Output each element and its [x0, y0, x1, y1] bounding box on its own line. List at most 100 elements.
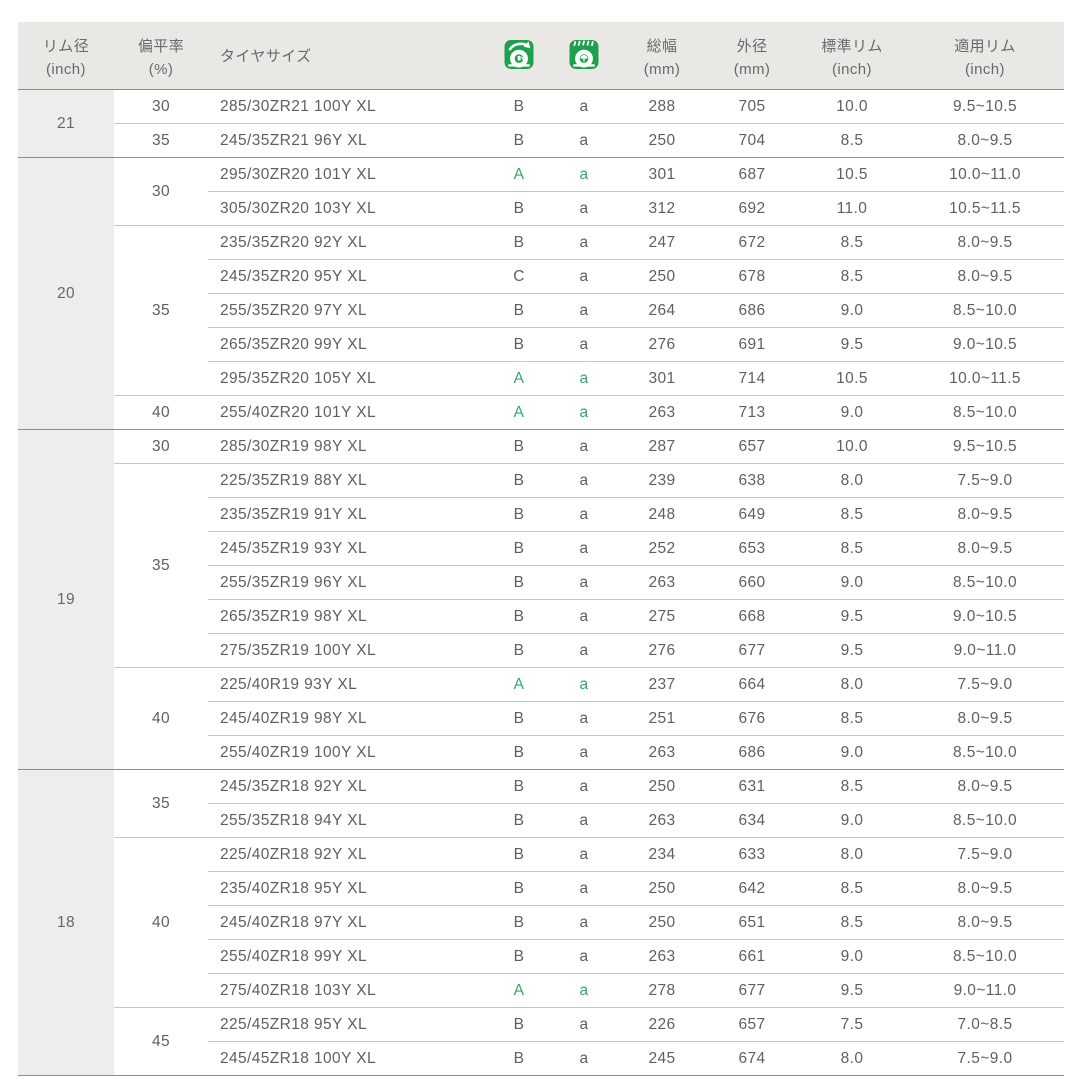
- tire-size-cell: 225/40ZR18 92Y XL: [208, 837, 488, 872]
- outer-diameter-cell: 660: [706, 565, 798, 600]
- standard-rim-cell: 8.0: [798, 837, 906, 872]
- applicable-rim-cell: 10.5~11.5: [906, 191, 1064, 226]
- outer-diameter-cell: 714: [706, 361, 798, 396]
- standard-rim-cell: 9.0: [798, 735, 906, 770]
- tire-size-cell: 245/35ZR19 93Y XL: [208, 531, 488, 566]
- tire-size-cell: 255/40ZR20 101Y XL: [208, 395, 488, 430]
- aspect-ratio-cell: 40: [114, 667, 208, 770]
- total-width-cell: 251: [618, 701, 706, 736]
- tire-size-cell: 245/40ZR18 97Y XL: [208, 905, 488, 940]
- outer-diameter-cell: 653: [706, 531, 798, 566]
- fuel-efficiency-icon: [504, 37, 534, 71]
- tire-size-cell: 235/40ZR18 95Y XL: [208, 871, 488, 906]
- standard-rim-cell: 8.5: [798, 497, 906, 532]
- total-width-cell: 247: [618, 225, 706, 260]
- wet-grip-grade: a: [550, 1007, 618, 1042]
- rim-diameter-cell: 19: [18, 429, 114, 770]
- total-width-cell: 263: [618, 939, 706, 974]
- total-width-cell: 226: [618, 1007, 706, 1042]
- fuel-efficiency-grade: A: [488, 667, 550, 702]
- total-width-cell: 250: [618, 769, 706, 804]
- tire-size-cell: 245/40ZR19 98Y XL: [208, 701, 488, 736]
- applicable-rim-cell: 8.0~9.5: [906, 701, 1064, 736]
- tire-size-cell: 245/35ZR20 95Y XL: [208, 259, 488, 294]
- header-label: 偏平率: [137, 38, 185, 55]
- total-width-cell: 276: [618, 327, 706, 362]
- fuel-efficiency-grade: B: [488, 633, 550, 668]
- outer-diameter-cell: 686: [706, 735, 798, 770]
- total-width-cell: 245: [618, 1041, 706, 1076]
- total-width-cell: 250: [618, 123, 706, 158]
- total-width-cell: 263: [618, 735, 706, 770]
- applicable-rim-cell: 8.5~10.0: [906, 565, 1064, 600]
- wet-grip-grade: a: [550, 157, 618, 192]
- outer-diameter-cell: 704: [706, 123, 798, 158]
- wet-grip-grade: a: [550, 463, 618, 498]
- table-row: 21 30 285/30ZR21 100Y XL Ba 288 705 10.0 9.5~10…: [18, 89, 1064, 158]
- tire-size-cell: 275/40ZR18 103Y XL: [208, 973, 488, 1008]
- total-width-cell: 301: [618, 361, 706, 396]
- applicable-rim-cell: 8.5~10.0: [906, 293, 1064, 328]
- table-row: 40 225/40ZR18 92Y XL Ba 234 633 8.0 7.5~9.0: [18, 837, 1064, 1008]
- table-row: 18 35 245/35ZR18 92Y XL Ba 250 631 8.5 8.0~9.5: [18, 769, 1064, 1076]
- aspect-ratio-cell: 35: [114, 769, 208, 838]
- tire-size-cell: 295/35ZR20 105Y XL: [208, 361, 488, 396]
- tire-spec-page: リム径 (inch) 偏平率 (%) タイヤサイズ 総幅 (mm) 外径 (mm) 標準リム (in…: [18, 22, 1064, 1076]
- wet-grip-grade: a: [550, 735, 618, 770]
- total-width-cell: 250: [618, 871, 706, 906]
- outer-diameter-cell: 631: [706, 769, 798, 804]
- wet-grip-grade: a: [550, 395, 618, 430]
- total-width-cell: 263: [618, 395, 706, 430]
- applicable-rim-cell: 8.5~10.0: [906, 395, 1064, 430]
- fuel-efficiency-grade: B: [488, 429, 550, 464]
- header-unit: (mm): [643, 60, 681, 78]
- standard-rim-cell: 8.5: [798, 531, 906, 566]
- fuel-efficiency-grade: C: [488, 259, 550, 294]
- applicable-rim-cell: 8.0~9.5: [906, 905, 1064, 940]
- wet-grip-grade: a: [550, 769, 618, 804]
- standard-rim-cell: 10.5: [798, 157, 906, 192]
- standard-rim-cell: 8.5: [798, 259, 906, 294]
- tire-size-cell: 255/40ZR18 99Y XL: [208, 939, 488, 974]
- aspect-ratio-cell: 30: [114, 429, 208, 464]
- applicable-rim-cell: 10.0~11.5: [906, 361, 1064, 396]
- fuel-efficiency-grade: A: [488, 157, 550, 192]
- column-header-aspect: 偏平率 (%): [114, 22, 208, 90]
- outer-diameter-cell: 687: [706, 157, 798, 192]
- header-unit: (%): [148, 60, 174, 78]
- outer-diameter-cell: 691: [706, 327, 798, 362]
- standard-rim-cell: 8.5: [798, 871, 906, 906]
- outer-diameter-cell: 674: [706, 1041, 798, 1076]
- applicable-rim-cell: 7.5~9.0: [906, 667, 1064, 702]
- outer-diameter-cell: 657: [706, 429, 798, 464]
- outer-diameter-cell: 677: [706, 973, 798, 1008]
- wet-grip-grade: a: [550, 361, 618, 396]
- standard-rim-cell: 9.0: [798, 395, 906, 430]
- header-label: タイヤサイズ: [220, 48, 312, 65]
- fuel-efficiency-grade: B: [488, 565, 550, 600]
- column-header-outer: 外径 (mm): [706, 22, 798, 90]
- fuel-efficiency-grade: A: [488, 361, 550, 396]
- outer-diameter-cell: 651: [706, 905, 798, 940]
- applicable-rim-cell: 8.0~9.5: [906, 531, 1064, 566]
- fuel-efficiency-grade: B: [488, 123, 550, 158]
- wet-grip-grade: a: [550, 837, 618, 872]
- total-width-cell: 263: [618, 565, 706, 600]
- outer-diameter-cell: 661: [706, 939, 798, 974]
- table-header: リム径 (inch) 偏平率 (%) タイヤサイズ 総幅 (mm) 外径 (mm) 標準リム (in…: [18, 22, 1064, 90]
- standard-rim-cell: 9.5: [798, 599, 906, 634]
- aspect-ratio-cell: 30: [114, 157, 208, 226]
- wet-grip-grade: a: [550, 905, 618, 940]
- wet-grip-grade: a: [550, 429, 618, 464]
- aspect-ratio-cell: 40: [114, 395, 208, 430]
- tire-size-cell: 275/35ZR19 100Y XL: [208, 633, 488, 668]
- fuel-efficiency-grade: B: [488, 905, 550, 940]
- wet-grip-grade: a: [550, 599, 618, 634]
- fuel-efficiency-grade: B: [488, 293, 550, 328]
- applicable-rim-cell: 8.5~10.0: [906, 735, 1064, 770]
- fuel-efficiency-grade: B: [488, 89, 550, 124]
- rim-diameter-cell: 20: [18, 157, 114, 430]
- applicable-rim-cell: 7.0~8.5: [906, 1007, 1064, 1042]
- applicable-rim-cell: 9.0~11.0: [906, 633, 1064, 668]
- standard-rim-cell: 8.5: [798, 225, 906, 260]
